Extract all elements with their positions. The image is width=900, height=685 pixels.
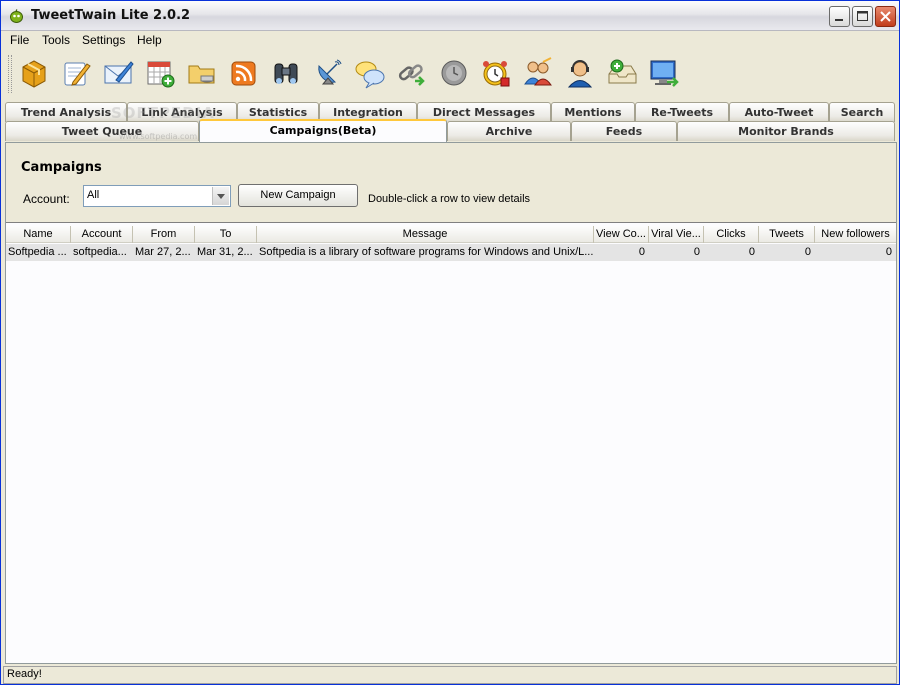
column-to[interactable]: To [195, 226, 257, 243]
rss-icon [231, 61, 256, 86]
monitor-arrow-icon [650, 60, 679, 87]
column-new-followers[interactable]: New followers [815, 226, 896, 243]
chat-bubbles-icon [355, 61, 385, 89]
toolbar-button-chat[interactable] [351, 54, 389, 94]
menu-bar: File Tools Settings Help [1, 32, 899, 50]
app-logo-icon [10, 9, 23, 23]
tab-mentions[interactable]: Mentions [551, 102, 635, 122]
close-icon [880, 11, 891, 22]
column-clicks[interactable]: Clicks [704, 226, 759, 243]
tab-re-tweets[interactable]: Re-Tweets [635, 102, 729, 122]
tab-tweet-queue[interactable]: Tweet Queue [5, 121, 199, 141]
alarm-clock-icon [483, 61, 510, 87]
cell-message: Softpedia is a library of software progr… [259, 246, 594, 258]
support-agent-icon [567, 60, 593, 88]
tab-monitor-brands[interactable]: Monitor Brands [677, 121, 895, 141]
column-tweets[interactable]: Tweets [759, 226, 815, 243]
tab-auto-tweet[interactable]: Auto-Tweet [729, 102, 829, 122]
toolbar-button-alarm[interactable] [477, 54, 515, 94]
toolbar-button-folder[interactable] [183, 54, 221, 94]
toolbar-button-support[interactable] [561, 54, 599, 94]
toolbar-grip[interactable] [8, 55, 12, 93]
users-icon [524, 57, 552, 86]
account-dropdown-value: All [87, 189, 100, 201]
tab-search[interactable]: Search [829, 102, 895, 122]
tray-add-icon [608, 59, 637, 84]
toolbar-button-link[interactable] [393, 54, 431, 94]
new-campaign-button[interactable]: New Campaign [238, 184, 358, 207]
clock-gray-icon [441, 60, 467, 86]
menu-settings[interactable]: Settings [80, 33, 127, 47]
cell-account: softpedia... [73, 246, 127, 258]
folder-icon [188, 65, 215, 84]
tab-row-top: Trend Analysis Link Analysis Statistics … [5, 102, 895, 122]
link-icon [398, 64, 425, 86]
table-header: Name Account From To Message View Co... … [6, 226, 896, 243]
campaigns-panel: Campaigns Account: All New Campaign Doub… [5, 142, 897, 664]
tab-feeds[interactable]: Feeds [571, 121, 677, 141]
campaigns-header: Campaigns Account: All New Campaign Doub… [6, 143, 896, 223]
cell-viral-views: 0 [693, 246, 700, 258]
menu-tools[interactable]: Tools [40, 33, 72, 47]
binoculars-icon [274, 63, 298, 84]
maximize-button[interactable] [852, 6, 873, 27]
status-text: Ready! [7, 668, 42, 680]
cell-new-followers: 0 [885, 246, 892, 258]
cell-view-count: 0 [638, 246, 645, 258]
toolbar-button-calendar-add[interactable] [141, 54, 179, 94]
close-button[interactable] [875, 6, 896, 27]
column-name[interactable]: Name [6, 226, 71, 243]
column-view-count[interactable]: View Co... [594, 226, 649, 243]
menu-file[interactable]: File [8, 33, 31, 47]
toolbar-button-compose[interactable] [57, 54, 95, 94]
status-bar: Ready! [3, 666, 897, 684]
tab-trend-analysis[interactable]: Trend Analysis [5, 102, 127, 122]
cell-clicks: 0 [748, 246, 755, 258]
minimize-icon [835, 19, 843, 21]
window-title: TweetTwain Lite 2.0.2 [31, 8, 191, 23]
package-icon [22, 60, 46, 88]
account-label: Account: [23, 192, 70, 206]
cell-to: Mar 31, 2... [197, 246, 253, 258]
toolbar-button-users[interactable] [519, 54, 557, 94]
title-bar[interactable]: TweetTwain Lite 2.0.2 [1, 1, 899, 31]
toolbar-button-binoculars[interactable] [267, 54, 305, 94]
toolbar-button-satellite[interactable] [309, 54, 347, 94]
account-dropdown[interactable]: All [83, 185, 231, 207]
table-row[interactable]: Softpedia ... softpedia... Mar 27, 2... … [6, 244, 896, 261]
maximize-icon [857, 11, 868, 21]
satellite-dish-icon [318, 59, 342, 85]
tab-archive[interactable]: Archive [447, 121, 571, 141]
cell-tweets: 0 [804, 246, 811, 258]
compose-icon [64, 62, 91, 86]
cell-from: Mar 27, 2... [135, 246, 191, 258]
toolbar-button-monitor[interactable] [645, 54, 683, 94]
column-from[interactable]: From [133, 226, 195, 243]
toolbar-button-rss[interactable] [225, 54, 263, 94]
mail-icon [104, 61, 134, 84]
tab-campaigns[interactable]: Campaigns(Beta) [199, 119, 447, 142]
column-viral-views[interactable]: Viral Vie... [649, 226, 704, 243]
toolbar-button-tray-add[interactable] [603, 54, 641, 94]
menu-help[interactable]: Help [135, 33, 164, 47]
calendar-add-icon [147, 61, 175, 88]
toolbar-button-mail[interactable] [99, 54, 137, 94]
tab-row-bottom: Tweet Queue Campaigns(Beta) Archive Feed… [5, 119, 895, 142]
minimize-button[interactable] [829, 6, 850, 27]
column-message[interactable]: Message [257, 226, 594, 243]
toolbar [5, 51, 897, 98]
column-account[interactable]: Account [71, 226, 133, 243]
section-title: Campaigns [21, 160, 102, 175]
cell-name: Softpedia ... [8, 246, 67, 258]
hint-text: Double-click a row to view details [368, 193, 531, 205]
chevron-down-icon[interactable] [212, 187, 229, 205]
toolbar-button-package[interactable] [15, 54, 53, 94]
toolbar-button-clock-gray[interactable] [435, 54, 473, 94]
app-window: TweetTwain Lite 2.0.2 File Tools Setting… [0, 0, 900, 685]
